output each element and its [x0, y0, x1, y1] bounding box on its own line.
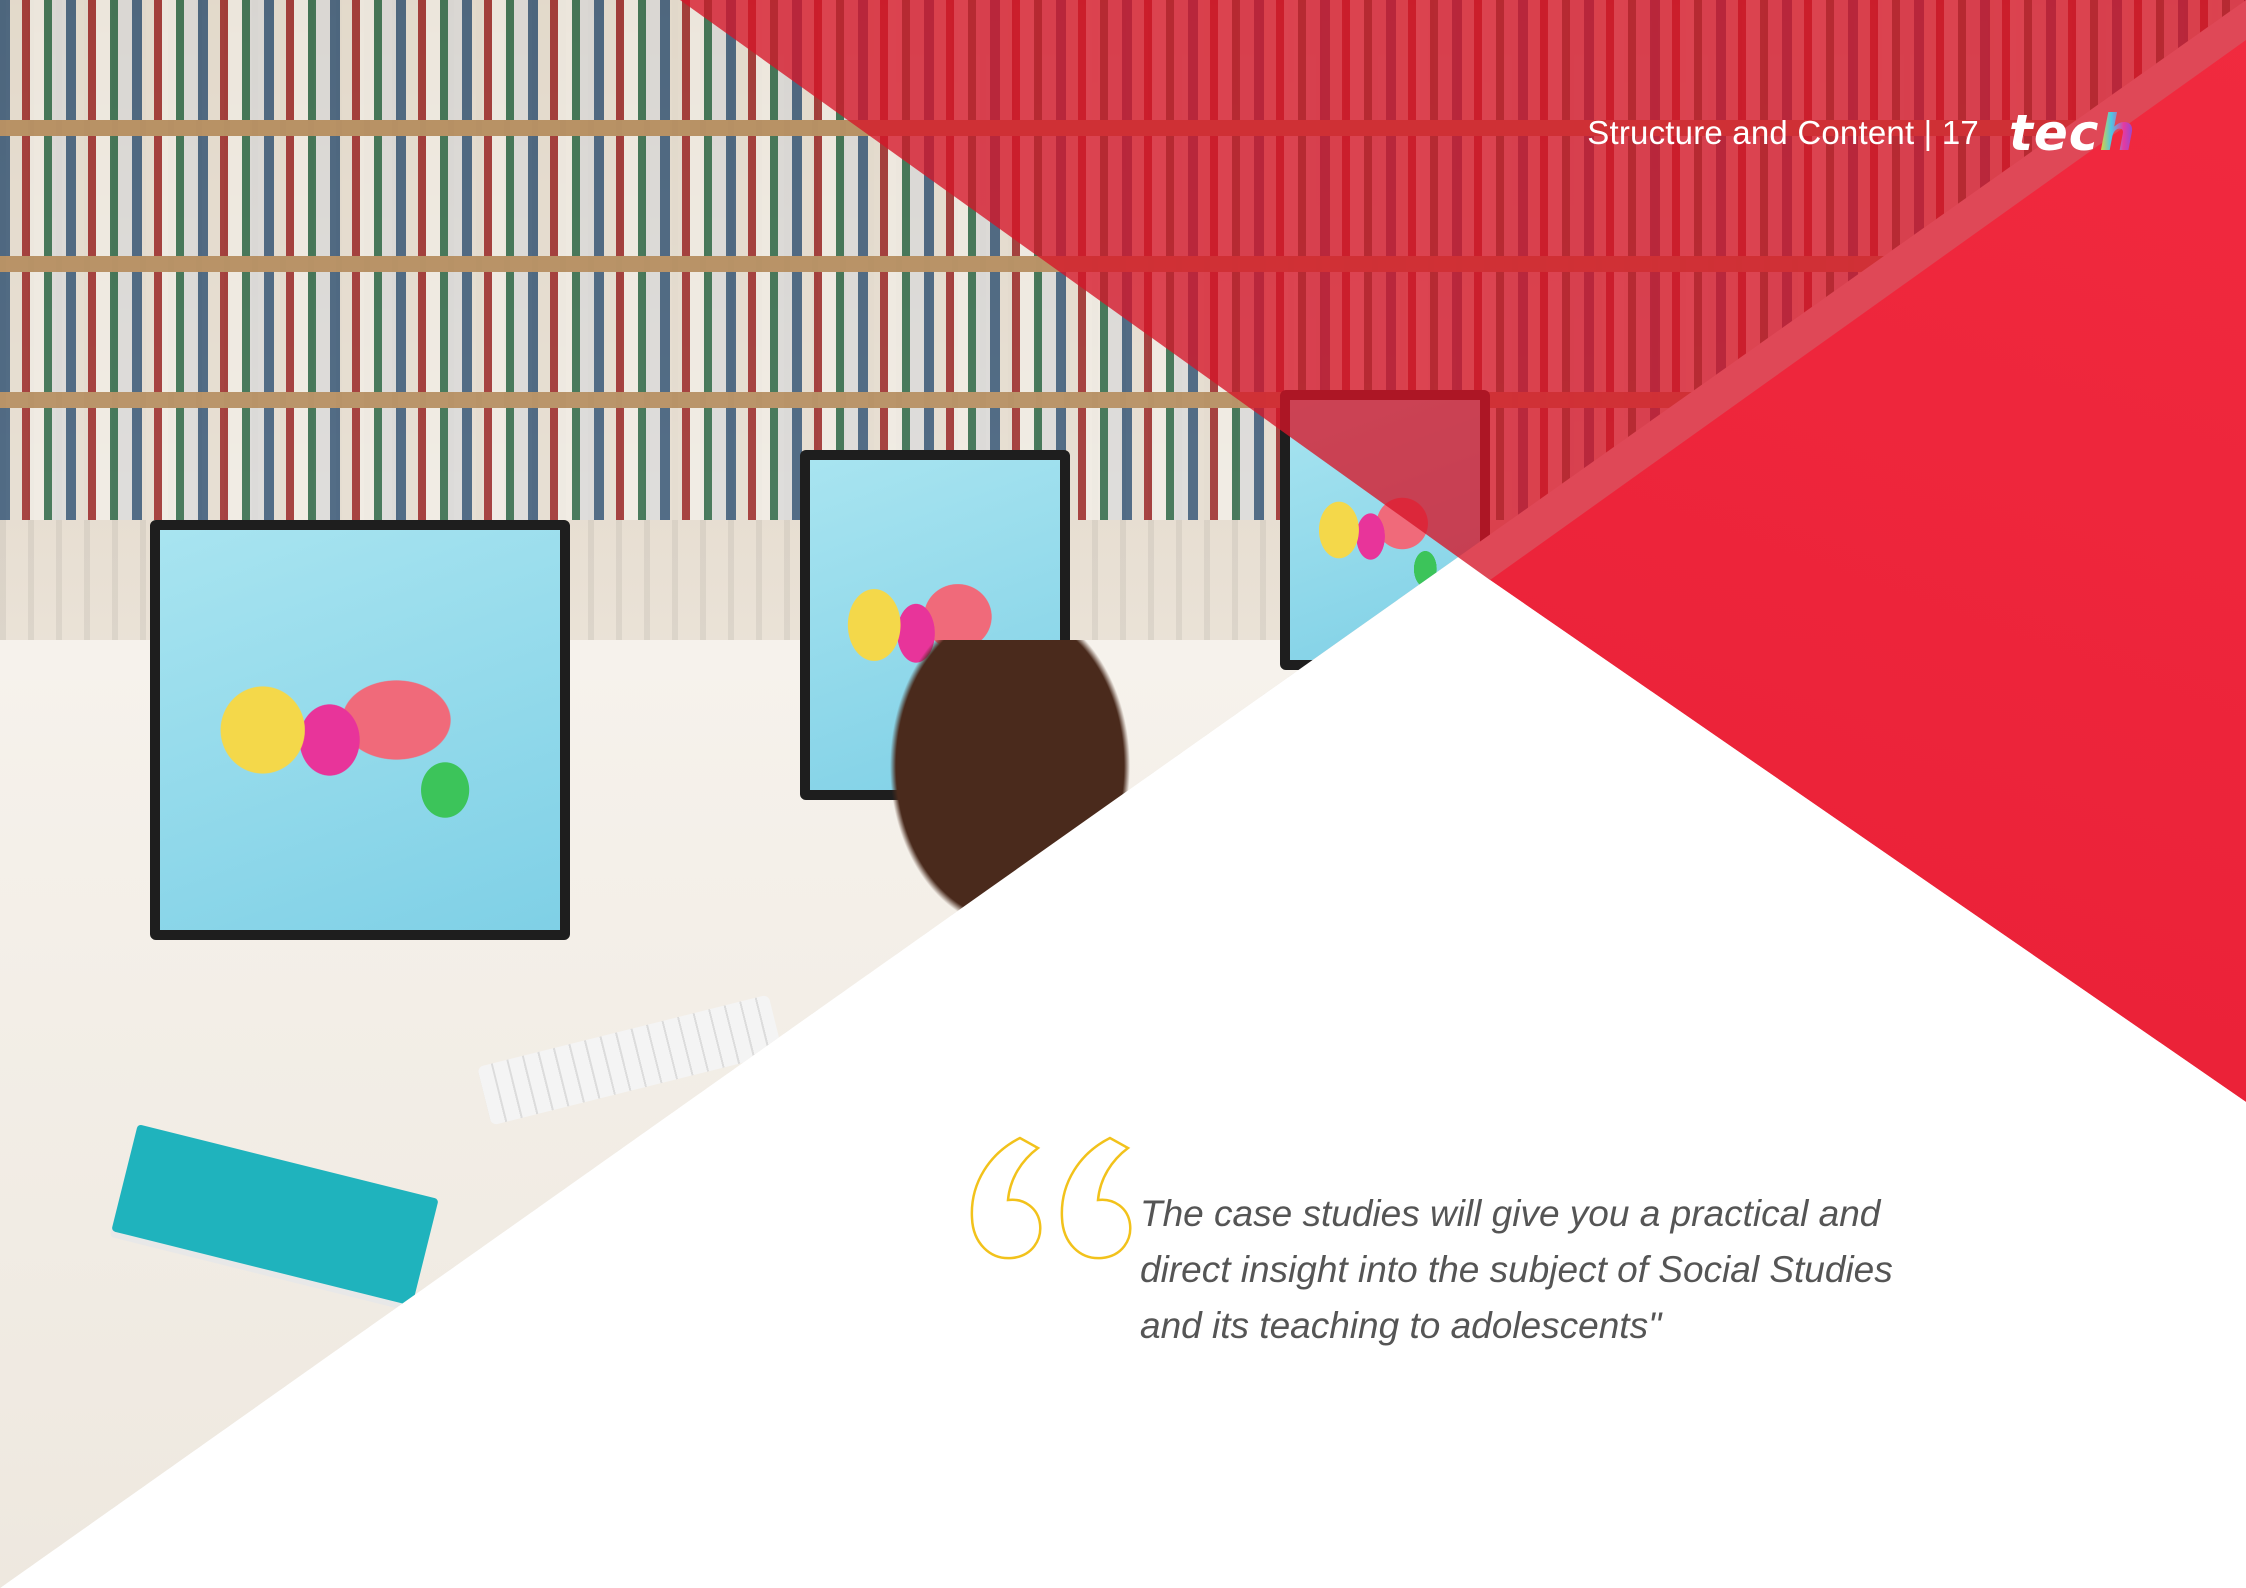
quote-block: The case studies will give you a practic… — [960, 1128, 1960, 1354]
quote-line: The case studies will give you a practic… — [1140, 1193, 1881, 1234]
logo-text: tec — [2008, 104, 2100, 162]
section-title: Structure and Content | 17 — [1587, 114, 1979, 151]
monitor-left — [150, 520, 570, 940]
quote-open-icon — [970, 1136, 1132, 1260]
logo-last-letter: h — [2099, 104, 2136, 162]
quote-line: and its teaching to adolescents" — [1140, 1305, 1662, 1346]
monitor-screen — [160, 530, 560, 930]
world-map-image — [208, 650, 512, 850]
tech-logo: tech — [2009, 108, 2136, 158]
page-header: Structure and Content | 17 tech — [1587, 108, 2136, 158]
quote-text: The case studies will give you a practic… — [1140, 1186, 1960, 1354]
page: Structure and Content | 17 tech The case… — [0, 0, 2246, 1588]
quote-line: direct insight into the subject of Socia… — [1140, 1249, 1893, 1290]
